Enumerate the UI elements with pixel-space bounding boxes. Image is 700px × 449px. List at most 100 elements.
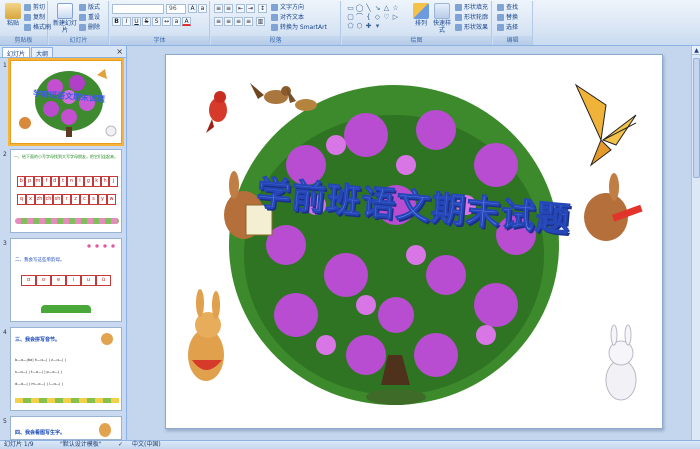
status-bar: 幻灯片 1/9 "默认设计模板" ✓ 中文(中国)	[0, 440, 700, 449]
change-case-icon[interactable]: a	[172, 17, 181, 26]
diamond-shape-icon[interactable]: ◇	[373, 13, 382, 21]
align-center-icon[interactable]: ≡	[224, 17, 233, 26]
pentagon-shape-icon[interactable]: ⬠	[346, 22, 355, 30]
paste-button[interactable]: 粘贴	[2, 3, 24, 35]
tab-outline[interactable]: 大纲	[31, 47, 54, 58]
font-group: 96 A a B I U S S ↔ a A 字体	[110, 1, 210, 45]
shape-effects-button[interactable]: 形状效果	[455, 23, 488, 32]
text-direction-button[interactable]: 文字方向	[271, 3, 304, 12]
format-painter-button[interactable]: 格式刷	[24, 23, 51, 32]
heart-shape-icon[interactable]: ♡	[382, 13, 391, 21]
quick-styles-button[interactable]: 快速样式	[431, 3, 453, 35]
curve-shape-icon[interactable]: ⌒	[355, 13, 364, 21]
italic-icon[interactable]: I	[122, 17, 131, 26]
font-name-combo[interactable]	[112, 4, 164, 14]
delete-slide-button[interactable]: 删除	[79, 23, 100, 32]
thumb-number: 5	[3, 418, 7, 425]
rectangle-shape-icon[interactable]: ▭	[346, 4, 355, 12]
font-size-combo[interactable]: 96	[166, 4, 186, 14]
thumb-title: 四、我会看图写生字。	[15, 430, 66, 436]
underline-icon[interactable]: U	[132, 17, 141, 26]
triangle-shape-icon[interactable]: △	[382, 4, 391, 12]
letter-cell: i	[66, 275, 81, 286]
char-spacing-icon[interactable]: ↔	[162, 17, 171, 26]
theme-name: "默认设计模板"	[60, 441, 102, 448]
letter-cell: b	[17, 176, 26, 187]
callout-shape-icon[interactable]: ▷	[391, 13, 400, 21]
layout-button[interactable]: 版式	[79, 3, 100, 12]
letter-cell: sh	[53, 194, 62, 205]
thumb-number: 2	[3, 151, 7, 158]
rabbit-icon	[99, 423, 111, 437]
bunny-dancing	[188, 289, 224, 381]
letter-cell: j	[109, 176, 118, 187]
shrink-font-icon[interactable]: a	[198, 4, 207, 13]
shadow-icon[interactable]: S	[152, 17, 161, 26]
select-button[interactable]: 选择	[497, 23, 518, 32]
letter-cell: f	[42, 176, 51, 187]
shape-outline-button[interactable]: 形状轮廓	[455, 13, 488, 22]
rounded-rect-shape-icon[interactable]: ▢	[346, 13, 355, 21]
copy-button[interactable]: 复制	[24, 13, 45, 22]
thumb-canvas: 二、我会写这些单韵母。 ɑoeiuü	[10, 238, 122, 322]
font-color-icon[interactable]: A	[182, 17, 191, 26]
align-left-icon[interactable]: ≡	[214, 17, 223, 26]
star-shape-icon[interactable]: ☆	[391, 4, 400, 12]
letter-cell: e	[51, 275, 66, 286]
tab-slides[interactable]: 幻灯片	[2, 47, 31, 58]
line-shape-icon[interactable]: ╲	[364, 4, 373, 12]
justify-icon[interactable]: ≡	[244, 17, 253, 26]
letter-cell: z	[71, 194, 80, 205]
convert-smartart-button[interactable]: 转换为 SmartArt	[271, 23, 327, 32]
scroll-up-icon[interactable]: ▲	[692, 46, 700, 55]
cut-button[interactable]: 剪切	[24, 3, 45, 12]
cross-shape-icon[interactable]: ✚	[364, 22, 373, 30]
paragraph-label: 段落	[211, 36, 340, 45]
slide-canvas[interactable]: 学前班语文期末试题	[165, 54, 663, 429]
thumb-title: 三、我会拼写音节。	[15, 337, 61, 343]
line-spacing-icon[interactable]: ↕	[258, 4, 267, 13]
scroll-thumb[interactable]	[693, 58, 700, 178]
align-right-icon[interactable]: ≡	[234, 17, 243, 26]
columns-icon[interactable]: ▥	[256, 17, 265, 26]
editing-label: 编辑	[493, 36, 532, 45]
more-shapes-icon[interactable]: ▾	[373, 22, 382, 30]
increase-indent-icon[interactable]: ⇥	[246, 4, 255, 13]
syllable-line-3: d—ɑ—( ) m—ɑ—( ) l—ɑ—( )	[15, 382, 64, 386]
paragraph-group: ≡ ≡ ⇤ ⇥ ↕ ≡ ≡ ≡ ≡ ▥ 文字方向 对齐文本 转换为 SmartA…	[211, 1, 341, 45]
grow-font-icon[interactable]: A	[188, 4, 197, 13]
thumb-number: 3	[3, 240, 7, 247]
hexagon-shape-icon[interactable]: ⬡	[355, 22, 364, 30]
decrease-indent-icon[interactable]: ⇤	[236, 4, 245, 13]
replace-button[interactable]: 替换	[497, 13, 518, 22]
brace-shape-icon[interactable]: {	[364, 13, 373, 21]
arrange-button[interactable]: 排列	[412, 3, 430, 35]
flower-decoration	[85, 242, 115, 252]
syllable-line-1: b—ɑ—(bɑ) h—ɑ—( ) z—ɑ—( )	[15, 358, 67, 362]
letter-cell: ch	[44, 194, 53, 205]
letter-cell: c	[80, 194, 89, 205]
bullets-icon[interactable]: ≡	[214, 4, 223, 13]
oval-shape-icon[interactable]: ◯	[355, 4, 364, 12]
shape-fill-button[interactable]: 形状填充	[455, 3, 488, 12]
reset-button[interactable]: 重设	[79, 13, 100, 22]
syllable-line-2: s—ɑ—( ) t—ɑ—( ) p—ɑ—( )	[15, 370, 62, 374]
vertical-scrollbar[interactable]: ▲	[691, 46, 700, 440]
cardinal-bird	[206, 91, 227, 133]
letter-cell: y	[98, 194, 107, 205]
spellcheck-icon[interactable]: ✓	[118, 441, 123, 449]
paste-icon	[5, 3, 21, 19]
bold-icon[interactable]: B	[112, 17, 121, 26]
thumb-canvas: 学前班语文期末试题	[8, 58, 124, 146]
numbering-icon[interactable]: ≡	[224, 4, 233, 13]
strikethrough-icon[interactable]: S	[142, 17, 151, 26]
find-button[interactable]: 查找	[497, 3, 518, 12]
thumb-canvas: 三、我会拼写音节。 b—ɑ—(bɑ) h—ɑ—( ) z—ɑ—( ) s—ɑ—(…	[10, 327, 122, 411]
letter-cell: d	[50, 176, 59, 187]
align-text-button[interactable]: 对齐文本	[271, 13, 304, 22]
close-icon[interactable]: ×	[116, 47, 123, 56]
pane-tabs: 幻灯片 大纲	[0, 46, 126, 58]
arrow-shape-icon[interactable]: ↘	[373, 4, 382, 12]
letter-cell: l	[75, 176, 85, 187]
new-slide-button[interactable]: 新建幻灯片	[52, 3, 78, 35]
